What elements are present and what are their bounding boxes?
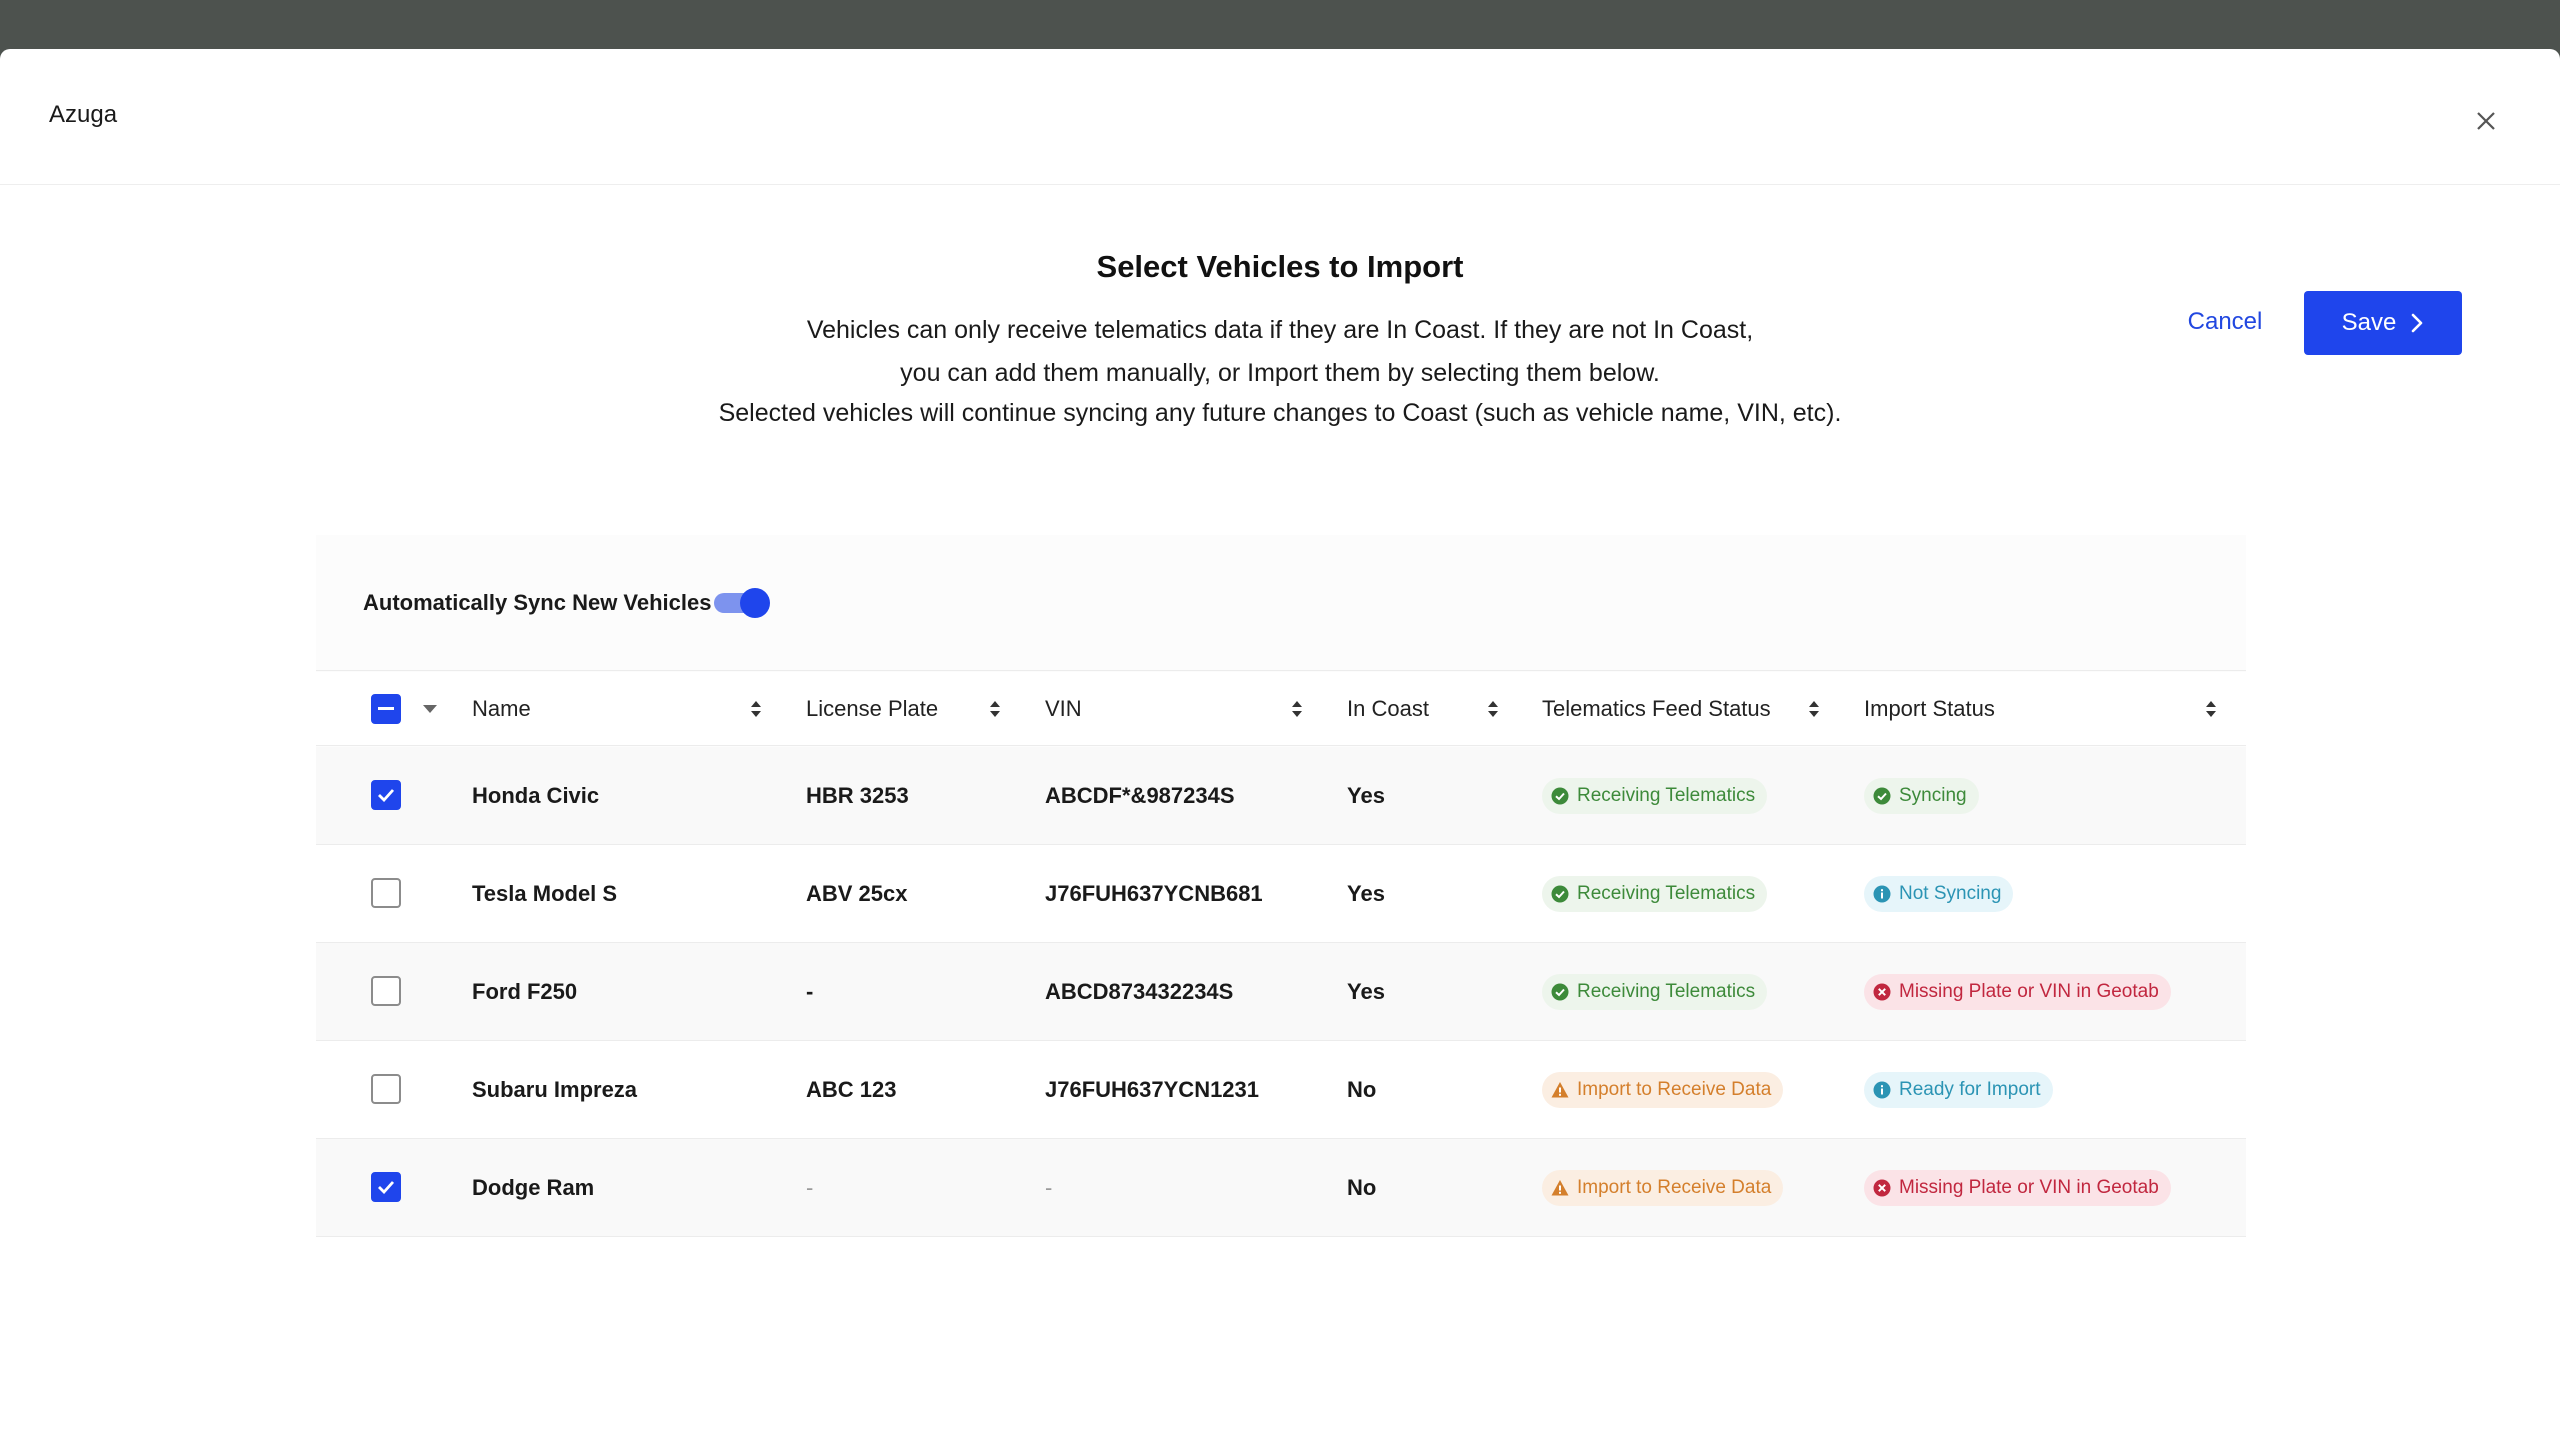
table-row[interactable]: Honda Civic HBR 3253 ABCDF*&987234S Yes Rece… xyxy=(316,747,2246,845)
license-plate: - xyxy=(806,1139,813,1236)
column-header-license-plate[interactable]: License Plate xyxy=(806,672,938,746)
import-vehicles-modal: Azuga Select Vehicles to Import Vehicles… xyxy=(0,49,2560,1445)
table-row[interactable]: Ford F250 - ABCD873432234S Yes Receiving Tel… xyxy=(316,943,2246,1041)
license-plate: ABC 123 xyxy=(806,1041,896,1138)
chevron-right-icon xyxy=(2410,313,2424,333)
in-coast: Yes xyxy=(1347,943,1385,1040)
import-status-label: Syncing xyxy=(1899,785,1967,807)
warning-icon xyxy=(1551,1179,1569,1197)
vin: ABCD873432234S xyxy=(1045,943,1233,1040)
row-checkbox[interactable] xyxy=(371,1172,401,1202)
in-coast: No xyxy=(1347,1041,1376,1138)
close-button[interactable] xyxy=(2466,101,2506,141)
row-checkbox[interactable] xyxy=(371,878,401,908)
import-status-badge: Missing Plate or VIN in Geotab xyxy=(1864,1170,2171,1206)
telematics-status-label: Receiving Telematics xyxy=(1577,981,1755,1003)
table-row[interactable]: Dodge Ram - - No Import to Receive Data Missi… xyxy=(316,1139,2246,1237)
import-status-badge: Syncing xyxy=(1864,778,1979,814)
in-coast: Yes xyxy=(1347,845,1385,942)
row-checkbox[interactable] xyxy=(371,780,401,810)
vehicle-name: Honda Civic xyxy=(472,747,599,844)
warning-icon xyxy=(1551,1081,1569,1099)
telematics-status-badge: Receiving Telematics xyxy=(1542,778,1767,814)
sort-telematics-icon[interactable] xyxy=(1806,672,1822,746)
table-row[interactable]: Subaru Impreza ABC 123 J76FUH637YCN1231 No I… xyxy=(316,1041,2246,1139)
import-status-label: Ready for Import xyxy=(1899,1079,2041,1101)
info-circle-icon xyxy=(1873,1081,1891,1099)
telematics-status-badge: Receiving Telematics xyxy=(1542,974,1767,1010)
vin: - xyxy=(1045,1139,1052,1236)
telematics-status-badge: Import to Receive Data xyxy=(1542,1072,1783,1108)
table-header: Name License Plate VIN In Coast Telemati… xyxy=(316,672,2246,746)
telematics-status-label: Import to Receive Data xyxy=(1577,1177,1771,1199)
import-status-badge: Ready for Import xyxy=(1864,1072,2053,1108)
check-circle-icon xyxy=(1873,787,1891,805)
telematics-status-label: Receiving Telematics xyxy=(1577,785,1755,807)
sort-name-icon[interactable] xyxy=(748,672,764,746)
vehicle-name: Subaru Impreza xyxy=(472,1041,637,1138)
license-plate: HBR 3253 xyxy=(806,747,909,844)
save-button[interactable]: Save xyxy=(2304,291,2462,355)
telematics-status-label: Receiving Telematics xyxy=(1577,883,1755,905)
auto-sync-label: Automatically Sync New Vehicles xyxy=(363,590,711,616)
license-plate: - xyxy=(806,943,813,1040)
in-coast: Yes xyxy=(1347,747,1385,844)
toggle-knob xyxy=(740,588,770,618)
import-status-label: Missing Plate or VIN in Geotab xyxy=(1899,1177,2159,1199)
cancel-button[interactable]: Cancel xyxy=(2160,291,2290,353)
check-circle-icon xyxy=(1551,885,1569,903)
vin: J76FUH637YCNB681 xyxy=(1045,845,1263,942)
in-coast: No xyxy=(1347,1139,1376,1236)
caret-down-icon xyxy=(423,705,437,713)
vehicle-name: Tesla Model S xyxy=(472,845,617,942)
telematics-status-badge: Import to Receive Data xyxy=(1542,1170,1783,1206)
import-status-label: Not Syncing xyxy=(1899,883,2001,905)
page-title: Select Vehicles to Import xyxy=(0,249,2560,285)
auto-sync-row: Automatically Sync New Vehicles xyxy=(316,535,2246,671)
save-label: Save xyxy=(2342,309,2397,337)
vehicle-name: Ford F250 xyxy=(472,943,577,1040)
sort-vin-icon[interactable] xyxy=(1289,672,1305,746)
info-circle-icon xyxy=(1873,885,1891,903)
error-circle-icon xyxy=(1873,1179,1891,1197)
column-header-vin[interactable]: VIN xyxy=(1045,672,1082,746)
cancel-label: Cancel xyxy=(2188,308,2263,336)
column-header-in-coast[interactable]: In Coast xyxy=(1347,672,1429,746)
check-circle-icon xyxy=(1551,787,1569,805)
select-all-checkbox[interactable] xyxy=(371,694,401,724)
column-header-name[interactable]: Name xyxy=(472,672,531,746)
select-menu-button[interactable] xyxy=(420,672,440,746)
row-checkbox[interactable] xyxy=(371,1074,401,1104)
telematics-status-badge: Receiving Telematics xyxy=(1542,876,1767,912)
check-icon xyxy=(377,1180,395,1194)
column-header-import-status[interactable]: Import Status xyxy=(1864,672,1995,746)
error-circle-icon xyxy=(1873,983,1891,1001)
check-icon xyxy=(377,788,395,802)
vehicle-name: Dodge Ram xyxy=(472,1139,594,1236)
vin: J76FUH637YCN1231 xyxy=(1045,1041,1259,1138)
modal-header: Azuga xyxy=(0,49,2560,185)
sort-import-status-icon[interactable] xyxy=(2203,672,2219,746)
license-plate: ABV 25cx xyxy=(806,845,908,942)
check-circle-icon xyxy=(1551,983,1569,1001)
sort-in-coast-icon[interactable] xyxy=(1485,672,1501,746)
row-checkbox[interactable] xyxy=(371,976,401,1006)
description-line-2: you can add them manually, or Import the… xyxy=(0,352,2560,395)
auto-sync-toggle[interactable] xyxy=(714,588,772,618)
close-icon xyxy=(2475,110,2497,132)
sort-license-plate-icon[interactable] xyxy=(987,672,1003,746)
modal-title: Azuga xyxy=(49,101,117,129)
minus-icon xyxy=(378,707,394,711)
column-header-telematics[interactable]: Telematics Feed Status xyxy=(1542,672,1771,746)
import-status-badge: Not Syncing xyxy=(1864,876,2013,912)
import-status-label: Missing Plate or VIN in Geotab xyxy=(1899,981,2159,1003)
table-row[interactable]: Tesla Model S ABV 25cx J76FUH637YCNB681 Yes… xyxy=(316,845,2246,943)
telematics-status-label: Import to Receive Data xyxy=(1577,1079,1771,1101)
vin: ABCDF*&987234S xyxy=(1045,747,1235,844)
vehicles-panel: Automatically Sync New Vehicles Name xyxy=(316,535,2246,1229)
import-status-badge: Missing Plate or VIN in Geotab xyxy=(1864,974,2171,1010)
description-line-3: Selected vehicles will continue syncing … xyxy=(0,399,2560,428)
